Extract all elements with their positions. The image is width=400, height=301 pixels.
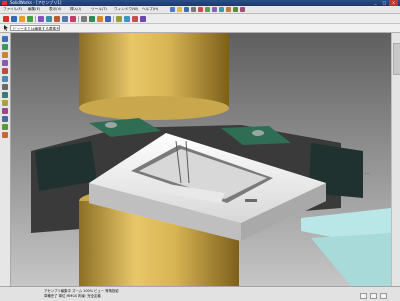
status-line-2: 準備完了 単位 MMGS 拘束: 完全定義 (44, 294, 101, 298)
status-bar: アセンブリ編集中 ズーム 100% ビュー 等角投影 準備完了 単位 MMGS … (0, 286, 400, 301)
rotate-icon[interactable] (226, 7, 231, 12)
menu-view[interactable]: 表示(V) (49, 6, 61, 13)
scrollbar-thumb[interactable] (393, 43, 400, 75)
menu-help[interactable]: ヘルプ(H) (142, 6, 158, 13)
toolbar-divider (113, 16, 114, 22)
new-file-icon[interactable] (170, 7, 175, 12)
sketch-icon[interactable] (3, 16, 9, 22)
options-icon[interactable] (212, 7, 217, 12)
extrude-icon[interactable] (11, 16, 17, 22)
status-toggle-button[interactable] (360, 293, 367, 299)
hidden-lines-icon[interactable] (2, 100, 8, 106)
status-toggle-button[interactable] (370, 293, 377, 299)
vertical-scrollbar[interactable] (391, 33, 400, 286)
perspective-icon[interactable] (2, 108, 8, 114)
mass-properties-icon[interactable] (124, 16, 130, 22)
status-toggle-button[interactable] (380, 293, 387, 299)
explode-view-icon[interactable] (105, 16, 111, 22)
cut-icon[interactable] (27, 16, 33, 22)
section-view-icon[interactable] (240, 7, 245, 12)
interference-icon[interactable] (132, 16, 138, 22)
lighting-icon[interactable] (2, 124, 8, 130)
command-bar: ビューまたは編集する要素を選択 (0, 24, 400, 33)
toolbar-divider (35, 16, 36, 22)
upper-punch-cylinder (79, 33, 229, 120)
menu-edit[interactable]: 編集(E) (28, 6, 40, 13)
rebuild-icon[interactable] (205, 7, 210, 12)
fillet-icon[interactable] (38, 16, 44, 22)
main-toolbar (0, 14, 400, 24)
insert-component-icon[interactable] (97, 16, 103, 22)
pattern-icon[interactable] (62, 16, 68, 22)
zoom-icon[interactable] (219, 7, 224, 12)
menu-window[interactable]: ウィンドウ(W) (114, 6, 138, 13)
select-arrow-icon[interactable] (3, 25, 9, 31)
mirror-icon[interactable] (70, 16, 76, 22)
3d-viewport[interactable]: ··· (11, 33, 391, 286)
wireframe-icon[interactable] (2, 84, 8, 90)
selection-field[interactable]: ビューまたは編集する要素を選択 (10, 25, 60, 31)
view-top-icon[interactable] (2, 44, 8, 50)
menu-file[interactable]: ファイル(F) (3, 6, 22, 13)
view-front-icon[interactable] (2, 36, 8, 42)
app-icon (2, 1, 7, 5)
undo-icon[interactable] (198, 7, 203, 12)
pan-icon[interactable] (233, 7, 238, 12)
view-right-icon[interactable] (2, 52, 8, 58)
menu-tools[interactable]: ツール(T) (91, 6, 107, 13)
mate-icon[interactable] (81, 16, 87, 22)
measure-icon[interactable] (116, 16, 122, 22)
model-render: ··· (11, 33, 391, 286)
move-component-icon[interactable] (89, 16, 95, 22)
zoom-area-icon[interactable] (2, 76, 8, 82)
appearance-icon[interactable] (140, 16, 146, 22)
left-toolbar (0, 33, 11, 290)
print-icon[interactable] (191, 7, 196, 12)
camera-icon[interactable] (2, 132, 8, 138)
menu-bar: ファイル(F) 編集(E) 表示(V) 挿入(I) ツール(T) ウィンドウ(W… (0, 6, 400, 14)
chamfer-icon[interactable] (46, 16, 52, 22)
toolbar-divider (78, 16, 79, 22)
view-iso-icon[interactable] (2, 60, 8, 66)
save-icon[interactable] (184, 7, 189, 12)
status-line-1: アセンブリ編集中 ズーム 100% ビュー 等角投影 (44, 289, 119, 293)
shell-icon[interactable] (54, 16, 60, 22)
revolve-icon[interactable] (19, 16, 25, 22)
menu-insert[interactable]: 挿入(I) (70, 6, 81, 13)
section-icon[interactable] (2, 116, 8, 122)
svg-text:···: ··· (365, 171, 369, 176)
open-folder-icon[interactable] (177, 7, 182, 12)
zoom-fit-icon[interactable] (2, 68, 8, 74)
shaded-icon[interactable] (2, 92, 8, 98)
